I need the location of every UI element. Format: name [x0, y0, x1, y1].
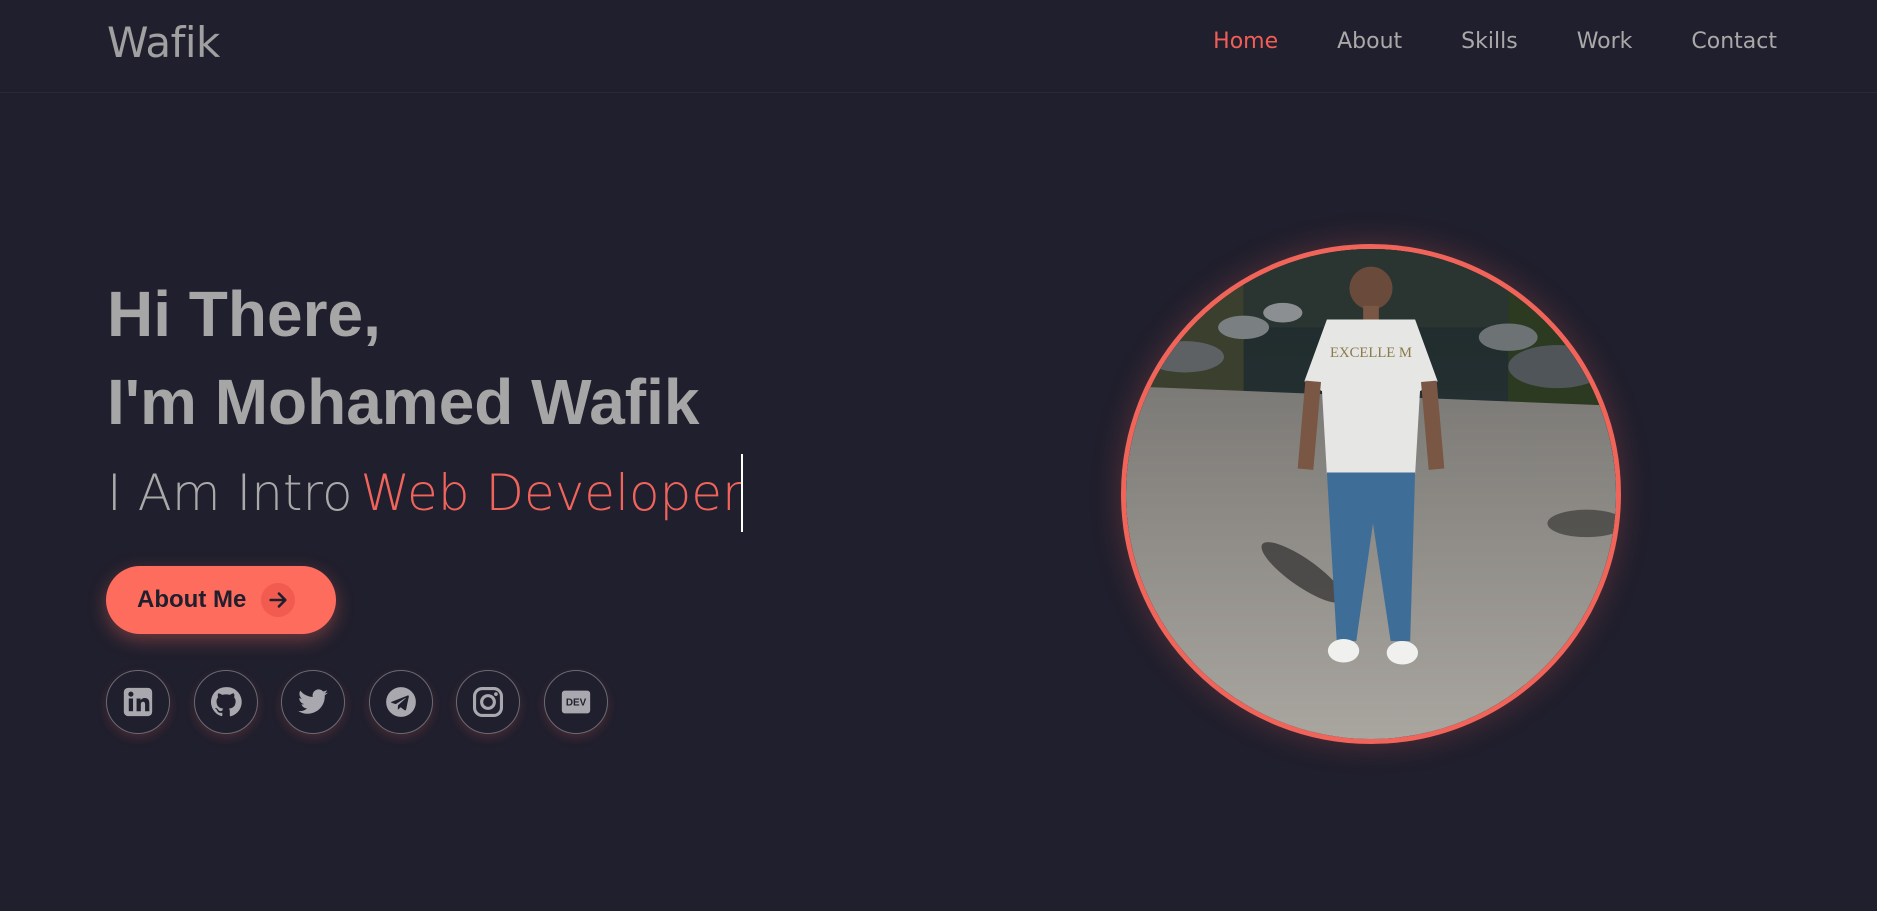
- social-links: DEV: [106, 670, 631, 734]
- dev-link[interactable]: DEV: [543, 670, 608, 734]
- linkedin-link[interactable]: [106, 670, 170, 734]
- about-me-button[interactable]: About Me: [106, 566, 336, 634]
- profile-photo: EXCELLE M: [1121, 244, 1621, 744]
- greeting-line-1: Hi There,: [107, 278, 381, 350]
- dev-icon: DEV: [561, 690, 590, 714]
- nav-links: Home About Skills Work Contact: [1154, 29, 1777, 54]
- about-me-label: About Me: [137, 586, 247, 613]
- hero-text: Hi There, I'm Mohamed Wafik I Am Intro We…: [107, 270, 743, 532]
- dev-icon-text: DEV: [565, 698, 586, 709]
- greeting-line-2: I'm Mohamed Wafik: [107, 366, 700, 438]
- typing-cursor: [740, 453, 743, 532]
- nav-link-contact[interactable]: Contact: [1691, 29, 1777, 54]
- github-link[interactable]: [193, 670, 258, 734]
- linkedin-icon: [123, 687, 153, 717]
- navbar: Wafik Home About Skills Work Contact: [0, 0, 1877, 93]
- hero-heading: Hi There, I'm Mohamed Wafik: [107, 270, 743, 446]
- nav-link-about[interactable]: About: [1337, 29, 1402, 54]
- intro-prefix: I Am Intro: [107, 464, 353, 522]
- github-icon: [210, 687, 242, 717]
- telegram-link[interactable]: [368, 670, 433, 734]
- nav-link-skills[interactable]: Skills: [1461, 29, 1518, 54]
- nav-link-work[interactable]: Work: [1577, 29, 1633, 54]
- shirt-text: EXCELLE M: [1330, 345, 1412, 361]
- twitter-icon: [298, 689, 328, 714]
- site-logo[interactable]: Wafik: [107, 18, 220, 67]
- typing-line: I Am Intro Web Developer: [107, 453, 743, 532]
- nav-link-home[interactable]: Home: [1213, 29, 1278, 54]
- instagram-link[interactable]: [456, 670, 520, 734]
- telegram-icon: [385, 687, 416, 717]
- twitter-link[interactable]: [281, 670, 345, 734]
- instagram-icon: [472, 686, 504, 718]
- arrow-right-icon: [261, 583, 296, 617]
- typed-role: Web Developer: [360, 464, 743, 522]
